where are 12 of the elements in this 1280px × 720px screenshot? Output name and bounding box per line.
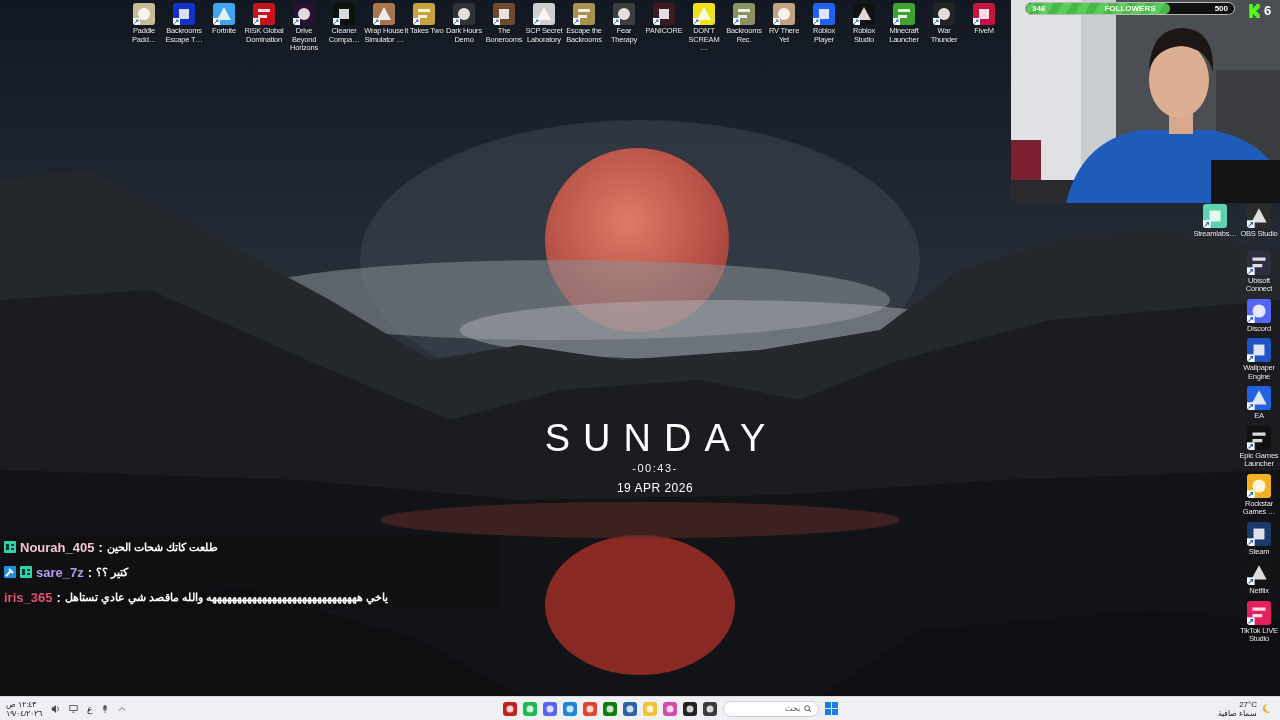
search-field[interactable]: بحث	[722, 700, 819, 717]
language-indicator[interactable]: ع	[87, 703, 93, 714]
taskbar-app-icon[interactable]	[702, 701, 717, 716]
start-button[interactable]	[824, 702, 838, 715]
taskbar-app-icon[interactable]	[682, 701, 697, 716]
weather-condition: سماء صافية	[1217, 708, 1257, 718]
search-icon	[803, 704, 812, 713]
taskbar-time: ١٢:٤٣ ص	[6, 699, 37, 709]
volume-icon[interactable]	[51, 703, 61, 714]
microphone-icon[interactable]	[101, 703, 110, 714]
taskbar-date: ١٩/٠٤/٢٠٢٦	[6, 708, 43, 718]
temperature-text: 27°C	[1239, 699, 1257, 709]
